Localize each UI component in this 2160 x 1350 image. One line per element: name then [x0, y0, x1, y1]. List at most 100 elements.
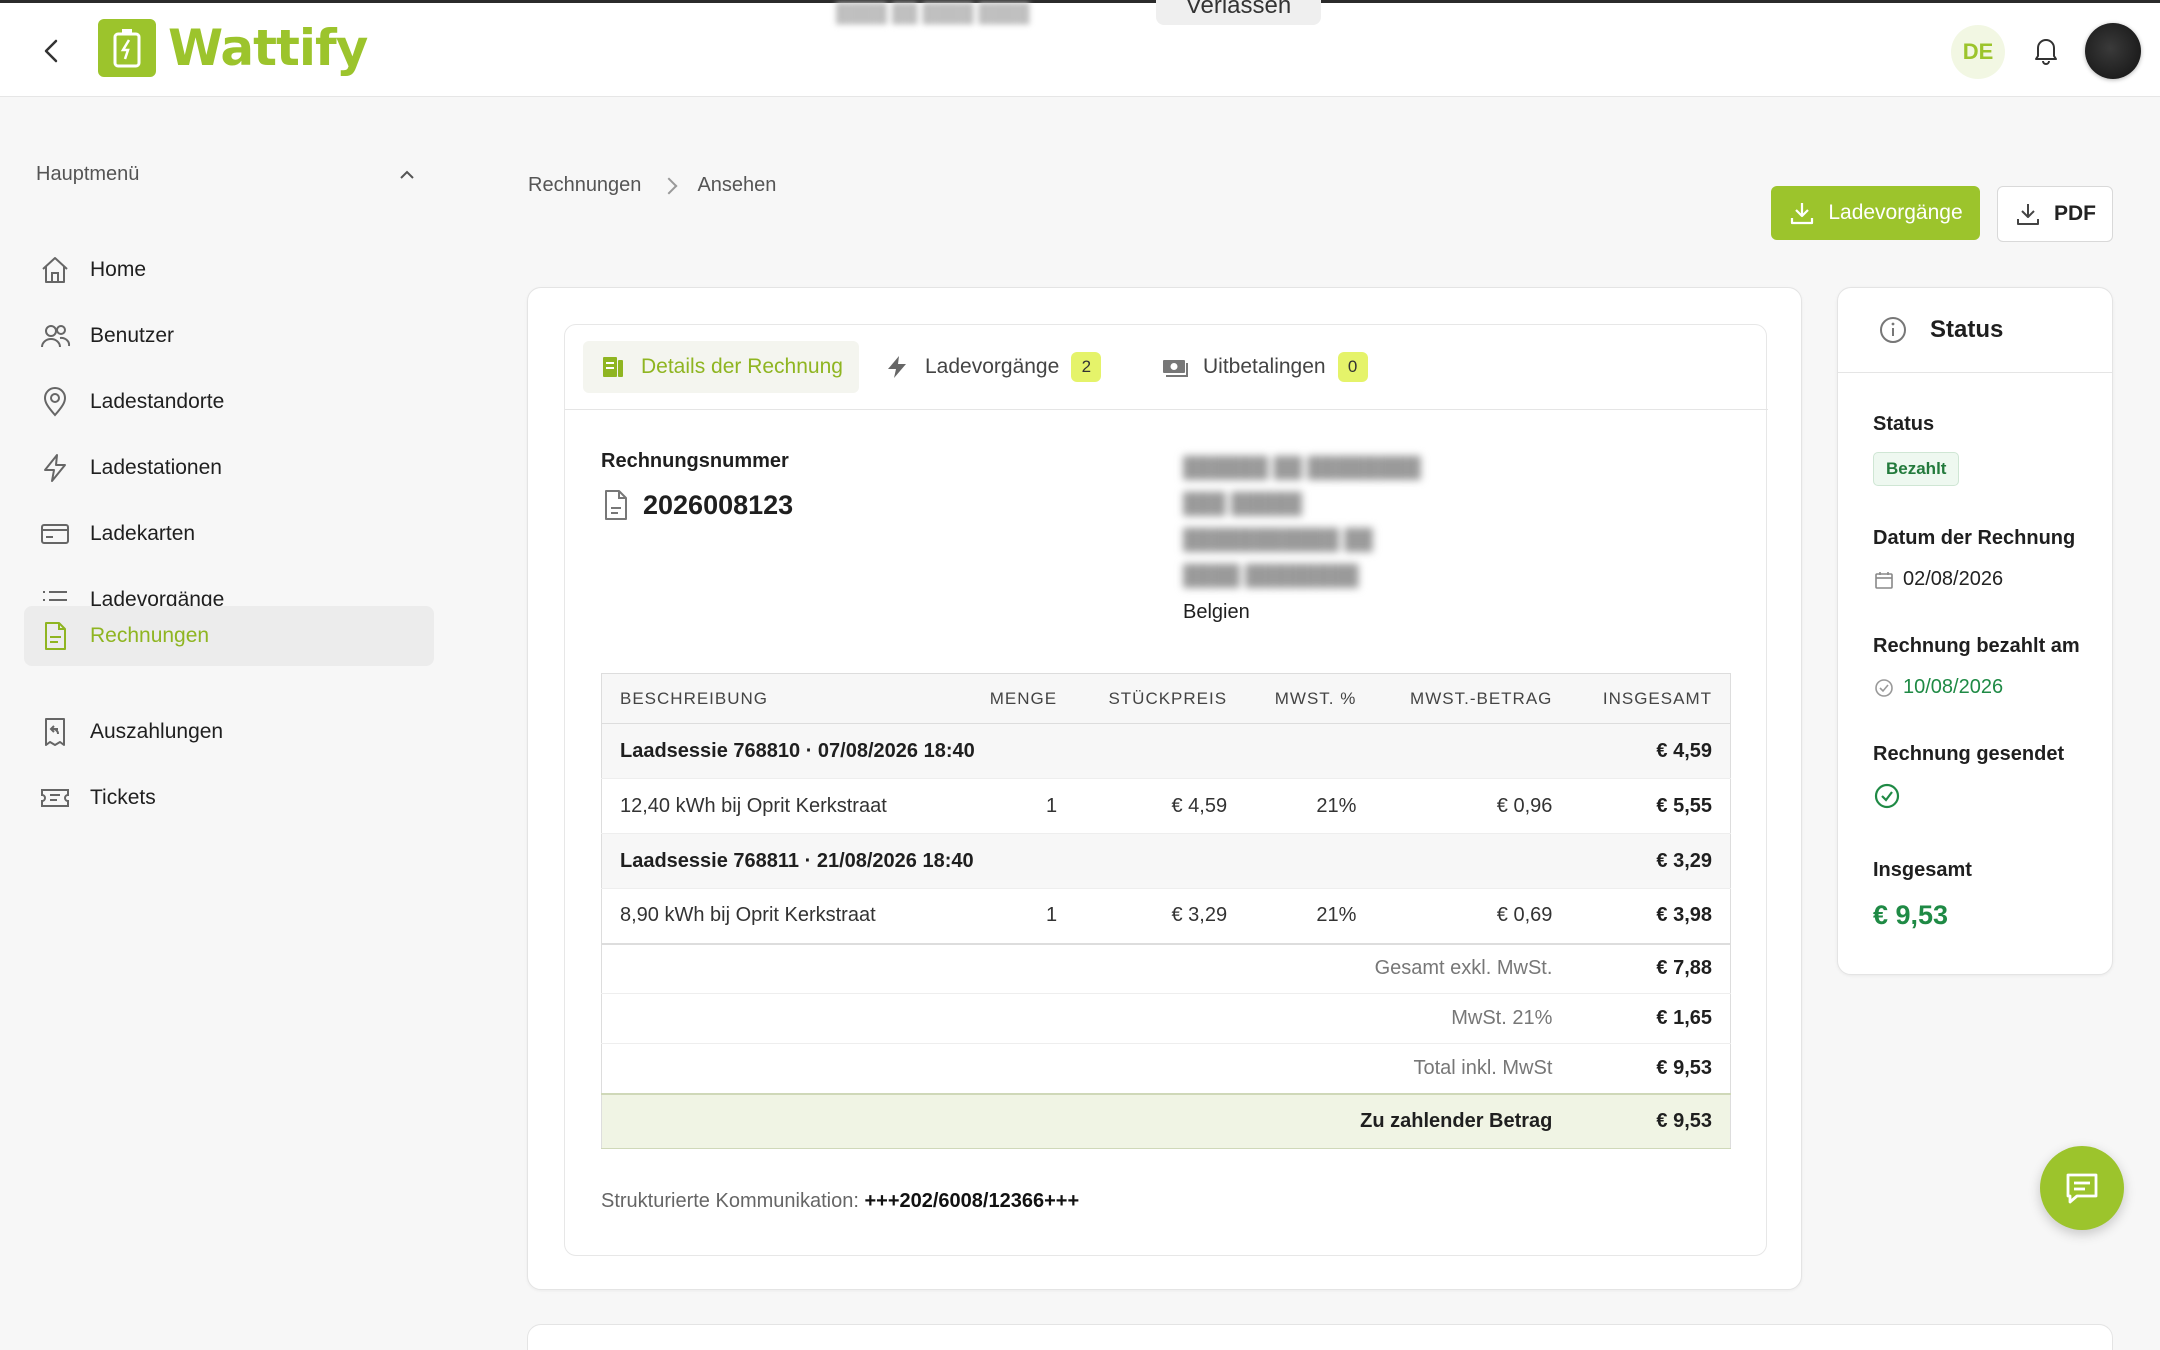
status-label: Status — [1873, 413, 1935, 435]
location-pin-icon — [38, 385, 72, 419]
line-quantity: 1 — [961, 888, 1076, 944]
sidebar-item-label: Ladestationen — [90, 456, 222, 479]
tab-charging-sessions[interactable]: Ladevorgänge 2 — [867, 341, 1117, 393]
breadcrumb: Rechnungen Ansehen — [528, 174, 776, 197]
battery-logo-icon — [98, 19, 156, 77]
address-redacted-line: ███ █████ — [1183, 493, 1302, 515]
sidebar-item-label: Benutzer — [90, 324, 175, 347]
chevron-right-icon — [660, 177, 678, 194]
leave-impersonation-button[interactable]: Verlassen — [1156, 0, 1321, 25]
table-row: Laadsessie 768811 · 21/08/2026 18:40 € 3… — [601, 833, 1732, 889]
invoice-number-label: Rechnungsnummer — [601, 450, 789, 472]
session-total: € 3,29 — [1570, 833, 1732, 889]
sidebar-item-charging-locations[interactable]: Ladestandorte — [24, 372, 434, 432]
download-icon — [1791, 203, 1814, 225]
tab-invoice-details[interactable]: Details der Rechnung — [583, 341, 859, 393]
tab-count-badge: 0 — [1337, 352, 1368, 382]
structured-communication-label: Strukturierte Kommunikation: — [601, 1190, 859, 1212]
app-name: Wattify — [168, 19, 368, 77]
address-redacted-line: ████ ████████ — [1183, 565, 1359, 587]
status-title: Status — [1930, 316, 2004, 343]
tab-label: Uitbetalingen — [1203, 355, 1326, 378]
table-row: 12,40 kWh bij Oprit Kerkstraat 1 € 4,59 … — [601, 778, 1732, 834]
sidebar: Hauptmenü Home Benutzer Ladestandorte La… — [0, 97, 460, 1350]
download-pdf-button[interactable]: PDF — [1997, 186, 2113, 242]
tab-label: Details der Rechnung — [641, 355, 843, 378]
invoice-sent-label: Rechnung gesendet — [1873, 743, 2065, 765]
download-sessions-button[interactable]: Ladevorgänge — [1771, 186, 1980, 240]
amount-due-row: Zu zahlender Betrag € 9,53 — [601, 1092, 1732, 1149]
total-label: Total inkl. MwSt — [601, 1043, 1571, 1094]
breadcrumb-current: Ansehen — [697, 174, 777, 196]
sidebar-item-payouts[interactable]: Auszahlungen — [24, 702, 434, 762]
invoice-date-label: Datum der Rechnung — [1873, 527, 2076, 549]
line-unit-price: € 3,29 — [1075, 888, 1246, 944]
sidebar-item-label: Home — [90, 258, 147, 281]
col-quantity: MENGE — [961, 673, 1076, 724]
sidebar-item-label: Auszahlungen — [90, 720, 224, 743]
status-card: Status Status Bezahlt Datum der Rechnung… — [1837, 287, 2113, 975]
subtotal-row: Gesamt exkl. MwSt. € 7,88 — [601, 942, 1732, 994]
invoice-number: 2026008123 — [643, 489, 794, 520]
sidebar-item-label: Ladestandorte — [90, 390, 225, 413]
line-total: € 3,98 — [1570, 888, 1732, 944]
download-sessions-label: Ladevorgänge — [1828, 201, 1963, 224]
sidebar-item-invoices[interactable]: Rechnungen — [24, 606, 434, 666]
invoice-number-row: 2026008123 — [601, 488, 793, 522]
bell-icon[interactable] — [2029, 33, 2063, 67]
subtotal-label: Gesamt exkl. MwSt. — [601, 942, 1571, 994]
tab-payouts[interactable]: Uitbetalingen 0 — [1145, 341, 1384, 393]
line-vat-pct: 21% — [1245, 778, 1375, 834]
address-redacted-line: ███████████ ██ — [1183, 529, 1373, 551]
address-country: Belgien — [1183, 601, 1250, 623]
lightning-icon — [38, 451, 72, 485]
subtotal-value: € 7,88 — [1570, 942, 1732, 994]
total-row: Total inkl. MwSt € 9,53 — [601, 1043, 1732, 1094]
status-badge: Bezahlt — [1873, 452, 1960, 486]
sidebar-item-charging-stations[interactable]: Ladestationen — [24, 438, 434, 498]
back-arrow-icon[interactable] — [38, 37, 66, 65]
language-selector[interactable]: DE — [1951, 25, 2005, 79]
structured-communication: Strukturierte Kommunikation: +++202/6008… — [601, 1190, 1079, 1213]
sidebar-item-charge-cards[interactable]: Ladekarten — [24, 504, 434, 564]
card-icon — [38, 517, 72, 551]
download-icon — [2017, 204, 2039, 225]
total-label: Insgesamt — [1873, 859, 1972, 881]
line-quantity: 1 — [961, 778, 1076, 834]
user-avatar[interactable] — [2085, 23, 2141, 79]
chevron-up-icon — [400, 170, 414, 179]
users-icon — [38, 319, 72, 353]
total-value: € 9,53 — [1570, 1043, 1732, 1094]
sidebar-item-home[interactable]: Home — [24, 240, 434, 300]
money-icon — [1161, 353, 1189, 381]
sidebar-item-users[interactable]: Benutzer — [24, 306, 434, 366]
amount-due-value: € 9,53 — [1570, 1092, 1732, 1149]
table-header-row: BESCHREIBUNG MENGE STÜCKPREIS MWST. % MW… — [601, 673, 1732, 724]
invoice-date-value: 02/08/2026 — [1903, 568, 2004, 590]
breadcrumb-invoices-link[interactable]: Rechnungen — [528, 174, 641, 197]
invoice-inner-card: Details der Rechnung Ladevorgänge 2 Uitb… — [564, 324, 1768, 1256]
sidebar-item-label: Rechnungen — [90, 624, 210, 647]
sidebar-item-label: Ladekarten — [90, 522, 196, 545]
file-icon — [605, 490, 627, 520]
invoice-lines-table: BESCHREIBUNG MENGE STÜCKPREIS MWST. % MW… — [601, 673, 1732, 1149]
line-description: 8,90 kWh bij Oprit Kerkstraat — [601, 888, 962, 944]
invoice-card: Details der Rechnung Ladevorgänge 2 Uitb… — [527, 287, 1802, 1290]
chat-button[interactable] — [2040, 1146, 2124, 1230]
lightning-icon — [883, 353, 911, 381]
paid-date-value: 10/08/2026 — [1903, 676, 2004, 698]
tab-label: Ladevorgänge — [925, 355, 1060, 378]
sidebar-item-tickets[interactable]: Tickets — [24, 768, 434, 828]
main-menu-header[interactable]: Hauptmenü — [36, 163, 416, 186]
total-amount: € 9,53 — [1873, 900, 1949, 930]
invoice-sent-row — [1873, 782, 1901, 810]
app-logo[interactable]: Wattify — [98, 17, 368, 79]
info-icon — [1880, 317, 1906, 343]
paid-date-row: 10/08/2026 — [1873, 676, 2003, 699]
home-icon — [38, 253, 72, 287]
document-icon — [599, 353, 627, 381]
status-header: Status — [1838, 288, 2112, 373]
col-total: INSGESAMT — [1570, 673, 1732, 724]
session-description: Laadsessie 768811 · 21/08/2026 18:40 — [601, 833, 1571, 889]
vat-value: € 1,65 — [1570, 993, 1732, 1044]
